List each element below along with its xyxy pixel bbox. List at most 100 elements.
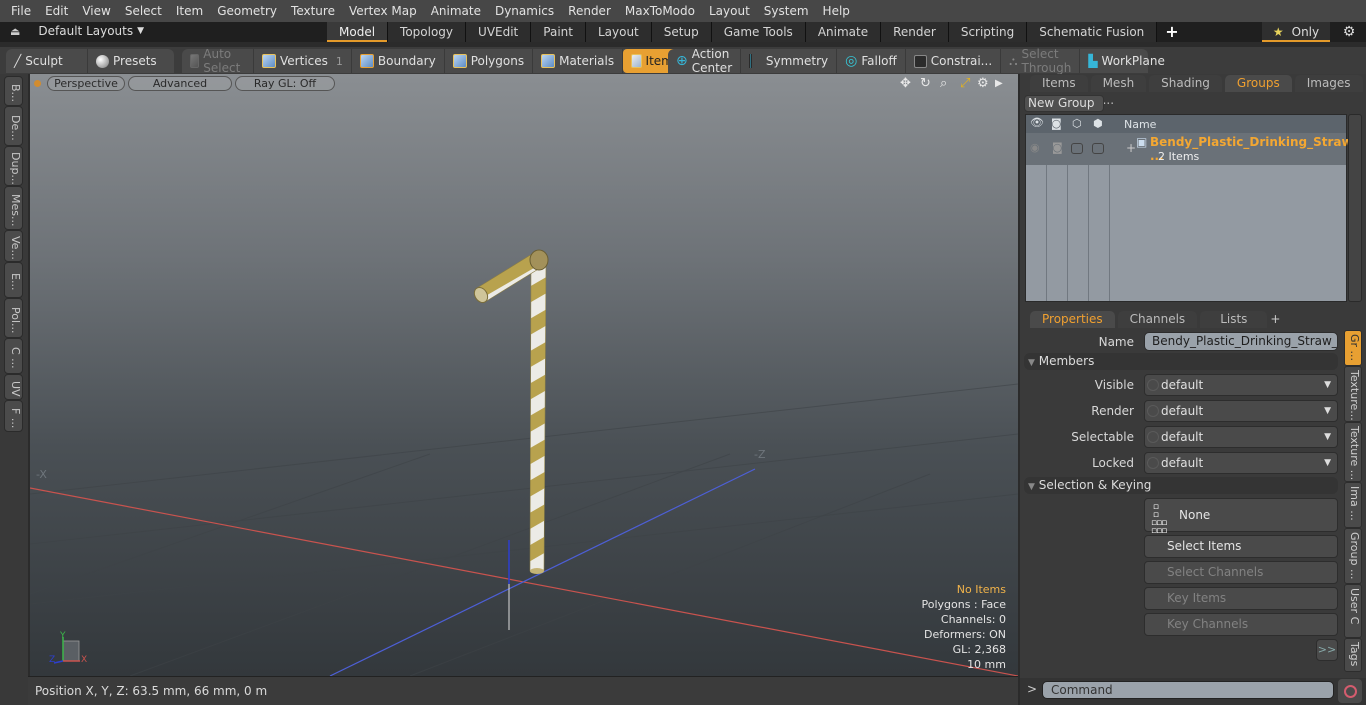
groups-scrollbar[interactable]	[1348, 114, 1362, 302]
group-row[interactable]: ◉ ◙ + ▣ Bendy_Plastic_Drinking_Straw_ ..…	[1026, 133, 1359, 165]
menu-item[interactable]: Item	[169, 0, 210, 22]
menu-texture[interactable]: Texture	[284, 0, 342, 22]
menu-animate[interactable]: Animate	[424, 0, 488, 22]
left-tab-1[interactable]: De...	[4, 106, 23, 146]
layouts-dropdown[interactable]: ⏏ Default Layouts ▼	[10, 24, 144, 38]
tab-uvedit[interactable]: UVEdit	[466, 22, 532, 42]
tab-images[interactable]: Images	[1294, 75, 1363, 92]
left-tab-2[interactable]: Dup...	[4, 146, 23, 186]
tab-game-tools[interactable]: Game Tools	[711, 22, 806, 42]
tab-paint[interactable]: Paint	[531, 22, 586, 42]
workplane-button[interactable]: ▙ WorkPlane	[1080, 49, 1173, 73]
side-tab-texture-2[interactable]: Texture ...	[1344, 422, 1362, 482]
polygons-button[interactable]: Polygons	[445, 49, 534, 73]
row-lock-toggle[interactable]	[1092, 143, 1104, 154]
rotate-view-icon[interactable]: ↻	[920, 76, 931, 91]
maximize-view-icon[interactable]: ⤢	[960, 76, 970, 91]
zoom-view-icon[interactable]: ⌕	[940, 76, 947, 91]
row-select-toggle[interactable]	[1071, 143, 1083, 154]
left-tab-8[interactable]: UV	[4, 374, 23, 400]
sculpt-button[interactable]: ╱ Sculpt	[6, 49, 88, 73]
key-channels-button[interactable]: Key Channels	[1144, 613, 1338, 636]
name-field[interactable]: Bendy_Plastic_Drinking_Straw_Yellow	[1144, 332, 1338, 351]
add-tab-button[interactable]: +	[1157, 22, 1186, 42]
more-button[interactable]: >>	[1316, 639, 1338, 661]
tab-mesh[interactable]: Mesh ...	[1090, 75, 1147, 107]
menu-dynamics[interactable]: Dynamics	[488, 0, 561, 22]
tab-shading[interactable]: Shading	[1149, 75, 1222, 92]
locked-dropdown[interactable]: default ▼	[1144, 452, 1338, 474]
side-tab-image[interactable]: Ima ...	[1344, 482, 1362, 528]
3d-viewport[interactable]: -X -Z Y X Z Perspective Advanced Ray GL:…	[30, 74, 1018, 676]
move-view-icon[interactable]: ✥	[900, 76, 911, 91]
auto-select-button[interactable]: Auto Select	[182, 47, 255, 75]
tab-setup[interactable]: Setup	[651, 22, 712, 42]
new-group-button[interactable]: New Group	[1024, 95, 1104, 112]
key-items-button[interactable]: Key Items	[1144, 587, 1338, 610]
action-center-button[interactable]: ⊕ Action Center	[668, 47, 742, 75]
boundary-button[interactable]: Boundary	[352, 49, 445, 73]
vertices-button[interactable]: Vertices 1	[254, 49, 352, 73]
left-tab-3[interactable]: Mes...	[4, 186, 23, 230]
side-tab-user-channels[interactable]: User C ...	[1344, 584, 1362, 638]
menu-maxtomodo[interactable]: MaxToModo	[618, 0, 702, 22]
tab-layout[interactable]: Layout	[585, 22, 652, 42]
add-properties-tab-icon[interactable]: +	[1270, 312, 1280, 326]
record-icon[interactable]	[1338, 679, 1362, 703]
menu-select[interactable]: Select	[118, 0, 169, 22]
command-input[interactable]: Command	[1042, 681, 1334, 699]
tab-scripting[interactable]: Scripting	[948, 22, 1028, 42]
side-tab-group-2[interactable]: Group ...	[1344, 528, 1362, 584]
side-tab-texture-1[interactable]: Texture...	[1344, 366, 1362, 422]
raygl-button[interactable]: Ray GL: Off	[235, 76, 335, 91]
viewport-indicator-dot[interactable]	[34, 80, 41, 87]
bendy-straw-model[interactable]	[472, 249, 549, 574]
advanced-button[interactable]: Advanced	[128, 76, 232, 91]
materials-button[interactable]: Materials	[533, 49, 624, 73]
left-tab-4[interactable]: Ve...	[4, 230, 23, 262]
tab-lists[interactable]: Lists	[1200, 311, 1268, 328]
column-name-header[interactable]: Name	[1124, 118, 1156, 131]
side-tab-tags[interactable]: Tags	[1344, 638, 1362, 672]
tab-groups[interactable]: Groups	[1224, 75, 1292, 92]
menu-view[interactable]: View	[75, 0, 117, 22]
gear-icon[interactable]: ⚙	[1338, 22, 1360, 42]
render-dropdown[interactable]: default ▼	[1144, 400, 1338, 422]
menu-system[interactable]: System	[757, 0, 816, 22]
tab-channels[interactable]: Channels	[1117, 311, 1198, 328]
tab-render[interactable]: Render	[881, 22, 949, 42]
left-tab-0[interactable]: B...	[4, 76, 23, 106]
selection-keying-section[interactable]: ▼ Selection & Keying	[1024, 477, 1338, 494]
left-tab-9[interactable]: F ...	[4, 400, 23, 432]
viewport-gear-icon[interactable]: ⚙	[977, 76, 989, 91]
menu-layout[interactable]: Layout	[702, 0, 757, 22]
viewport-expand-arrow-icon[interactable]: ▶	[995, 78, 1003, 89]
tab-model[interactable]: Model	[327, 22, 389, 42]
visible-dropdown[interactable]: default ▼	[1144, 374, 1338, 396]
tab-topology[interactable]: Topology	[388, 22, 467, 42]
left-tab-5[interactable]: E...	[4, 262, 23, 298]
menu-render[interactable]: Render	[561, 0, 618, 22]
left-tab-6[interactable]: Pol...	[4, 298, 23, 338]
only-toggle[interactable]: ★ Only	[1262, 22, 1330, 42]
constraints-button[interactable]: Constrai...	[906, 49, 1002, 73]
menu-file[interactable]: File	[4, 0, 38, 22]
side-tab-group[interactable]: Gr ...	[1344, 330, 1362, 366]
menu-help[interactable]: Help	[816, 0, 857, 22]
tab-animate[interactable]: Animate	[805, 22, 882, 42]
falloff-button[interactable]: ◎ Falloff	[837, 49, 906, 73]
none-selection-button[interactable]: ▫ ▫ ▫▫▫ ▫▫▫ None	[1144, 498, 1338, 536]
selectable-dropdown[interactable]: default ▼	[1144, 426, 1338, 448]
expand-plus-icon[interactable]: +	[1126, 141, 1136, 155]
select-items-button[interactable]: Select Items	[1144, 535, 1338, 558]
presets-button[interactable]: Presets	[88, 49, 165, 73]
menu-edit[interactable]: Edit	[38, 0, 75, 22]
select-channels-button[interactable]: Select Channels	[1144, 561, 1338, 584]
row-camera-icon[interactable]: ◙	[1052, 141, 1063, 154]
left-tab-7[interactable]: C ...	[4, 338, 23, 374]
menu-geometry[interactable]: Geometry	[210, 0, 284, 22]
tab-schematic-fusion[interactable]: Schematic Fusion	[1027, 22, 1158, 42]
tab-properties[interactable]: Properties	[1030, 311, 1115, 328]
members-section[interactable]: ▼ Members	[1024, 353, 1338, 370]
menu-vertex-map[interactable]: Vertex Map	[342, 0, 424, 22]
